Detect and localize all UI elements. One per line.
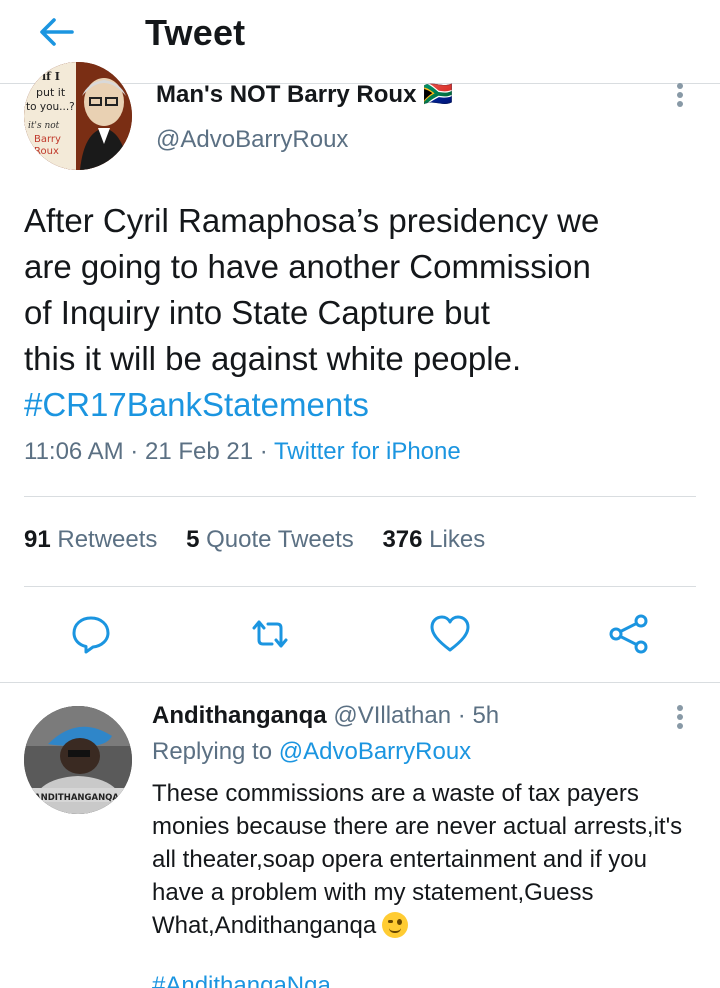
reply-time: 5h [472, 702, 500, 729]
divider [24, 496, 696, 497]
likes-label: Likes [429, 526, 486, 553]
tweet-more-options-button[interactable] [668, 80, 692, 110]
more-dot [677, 101, 683, 107]
more-dot [677, 92, 683, 98]
tweet-source-link[interactable]: Twitter for iPhone [274, 438, 461, 465]
reply-author-avatar[interactable]: ANDITHANGANQA [24, 706, 132, 814]
replying-to-handle-link[interactable]: @AdvoBarryRoux [279, 738, 471, 765]
author-display-name[interactable]: Man's NOT Barry Roux 🇿🇦 [156, 80, 453, 109]
reply-author-handle[interactable]: @VIllathan [333, 702, 451, 729]
avatar-caption-6: Roux [34, 146, 59, 157]
tweet-hashtag-link[interactable]: #CR17BankStatements [24, 382, 704, 428]
tweet-text-line: of Inquiry into State Capture but [24, 294, 490, 331]
separator-dot: · [259, 438, 268, 465]
page-title: Tweet [145, 12, 246, 53]
more-dot [677, 705, 683, 711]
like-icon [430, 615, 470, 652]
section-divider [0, 682, 720, 683]
quote-tweets-label: Quote Tweets [206, 526, 354, 553]
reply-header: Andithanganqa @VIllathan · 5h [152, 702, 499, 730]
divider [24, 586, 696, 587]
tweet-text: After Cyril Ramaphosa’s presidency we ar… [24, 198, 704, 428]
author-handle[interactable]: @AdvoBarryRoux [156, 126, 348, 154]
likes-count: 376 [382, 526, 423, 553]
reply-author-name[interactable]: Andithanganqa [152, 702, 327, 729]
reply-text-line: These commissions are a waste of tax pay… [152, 780, 639, 807]
retweet-icon [252, 620, 288, 648]
share-button[interactable] [607, 612, 651, 656]
reply-text-line: all theater,soap opera entertainment and… [152, 846, 647, 873]
reply-avatar-image: ANDITHANGANQA [24, 706, 132, 814]
arrow-left-icon [40, 18, 74, 46]
tweet-time: 11:06 AM [24, 438, 124, 465]
reply-more-options-button[interactable] [668, 702, 692, 732]
quote-tweets-count: 5 [186, 526, 200, 553]
replying-to-label: Replying to [152, 738, 273, 765]
more-dot [677, 83, 683, 89]
retweets-label: Retweets [57, 526, 158, 553]
avatar-caption-4: it's not [28, 121, 60, 131]
back-button[interactable] [36, 12, 76, 52]
reply-avatar-caption: ANDITHANGANQA [34, 793, 119, 803]
winking-face-emoji [382, 912, 409, 938]
likes-stat[interactable]: 376 Likes [382, 526, 485, 553]
reply-text-line: What,Andithanganqa [152, 912, 377, 939]
reply-button[interactable] [69, 612, 113, 656]
avatar-caption-1: if I [42, 70, 60, 83]
separator-dot: · [457, 702, 466, 729]
tweet-text-line: are going to have another Commission [24, 248, 591, 285]
separator-dot: · [130, 438, 139, 465]
avatar-caption-2: put it [36, 86, 66, 99]
retweets-stat[interactable]: 91 Retweets [24, 526, 157, 553]
tweet-date: 21 Feb 21 [144, 438, 254, 465]
retweets-count: 91 [24, 526, 51, 553]
tweet-text-line: this it will be against white people. [24, 340, 522, 377]
reply-text-line: monies because there are never actual ar… [152, 813, 683, 840]
quote-tweets-stat[interactable]: 5 Quote Tweets [186, 526, 354, 553]
avatar-caption-5: Barry [34, 134, 61, 145]
author-avatar-image: if I put it to you...? it's not Barry Ro… [24, 62, 132, 170]
reply-hashtag-link[interactable]: #AndithangaNga [152, 972, 331, 988]
more-dot [677, 723, 683, 729]
more-dot [677, 714, 683, 720]
like-button[interactable] [428, 612, 472, 656]
reply-text: These commissions are a waste of tax pay… [152, 777, 712, 942]
retweet-button[interactable] [248, 612, 292, 656]
avatar-caption-3: to you...? [26, 101, 75, 113]
replying-to-line: Replying to @AdvoBarryRoux [152, 738, 471, 766]
reply-text-line: have a problem with my statement,Guess [152, 879, 594, 906]
share-icon [609, 614, 648, 654]
reply-icon [72, 616, 110, 654]
tweet-text-line: After Cyril Ramaphosa’s presidency we [24, 202, 600, 239]
tweet-stats: 91 Retweets 5 Quote Tweets 376 Likes [24, 526, 507, 554]
tweet-timestamp-line: 11:06 AM · 21 Feb 21 · Twitter for iPhon… [24, 438, 461, 466]
author-avatar[interactable]: if I put it to you...? it's not Barry Ro… [24, 62, 132, 170]
reply-text-line-last: What,Andithanganqa [152, 909, 712, 942]
